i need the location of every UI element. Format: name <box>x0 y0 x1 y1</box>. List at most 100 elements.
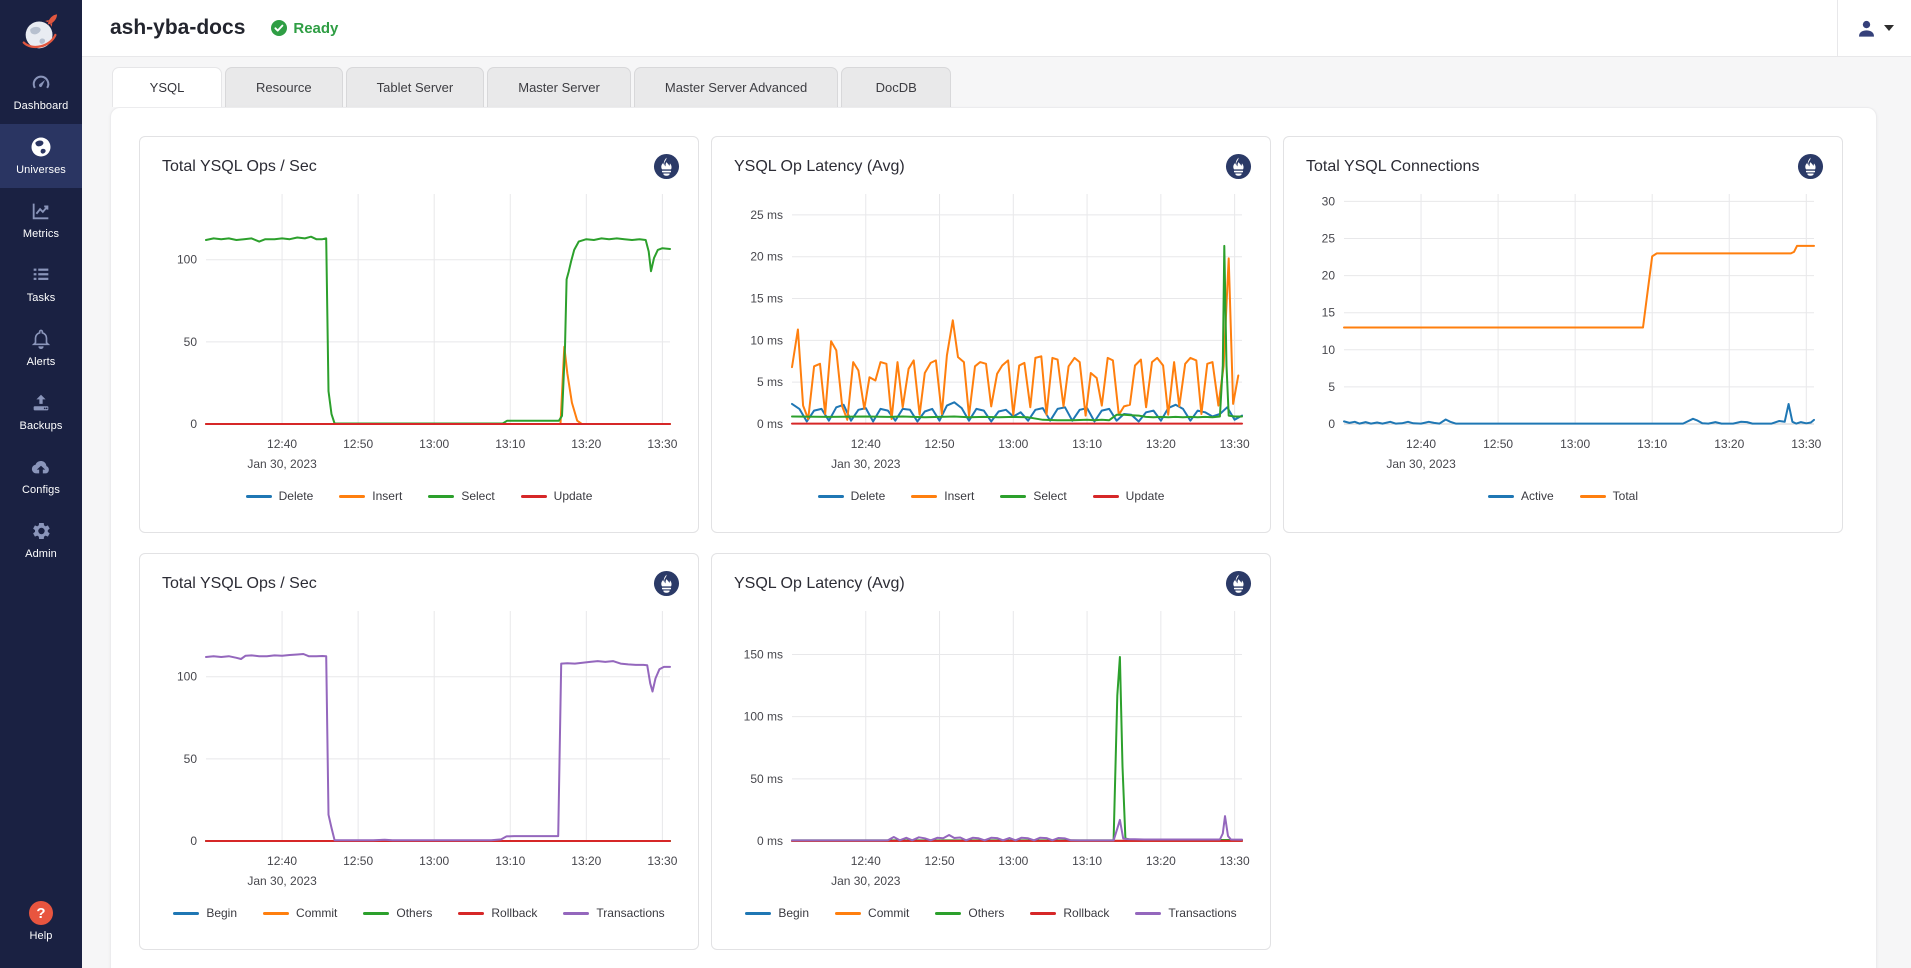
legend-item[interactable]: Transactions <box>563 906 664 920</box>
legend-item[interactable]: Rollback <box>458 906 537 920</box>
svg-text:20: 20 <box>1322 269 1336 283</box>
legend-swatch <box>563 912 589 915</box>
legend-item[interactable]: Others <box>935 906 1004 920</box>
legend-item[interactable]: Rollback <box>1030 906 1109 920</box>
legend-swatch <box>911 495 937 498</box>
prometheus-icon[interactable] <box>1797 153 1824 180</box>
sidebar-item-universes[interactable]: Universes <box>0 124 82 188</box>
chart-legend: Begin Commit Others Rollback Transactions <box>712 906 1270 920</box>
sidebar-item-label: Configs <box>22 484 60 496</box>
svg-text:150 ms: 150 ms <box>744 648 783 662</box>
legend-item[interactable]: Begin <box>173 906 237 920</box>
legend-swatch <box>818 495 844 498</box>
legend-item[interactable]: Commit <box>835 906 909 920</box>
legend-item[interactable]: Delete <box>818 489 886 503</box>
svg-text:13:00: 13:00 <box>1560 437 1590 451</box>
legend-item[interactable]: Transactions <box>1135 906 1236 920</box>
legend-swatch <box>339 495 365 498</box>
legend-item[interactable]: Active <box>1488 489 1554 503</box>
prometheus-icon[interactable] <box>653 153 680 180</box>
chart-plot: 0 ms50 ms100 ms150 ms12:4012:5013:0013:1… <box>712 599 1270 904</box>
chart-legend: Begin Commit Others Rollback Transactions <box>140 906 698 920</box>
legend-item[interactable]: Select <box>428 489 494 503</box>
legend-item[interactable]: Update <box>1093 489 1165 503</box>
svg-text:13:30: 13:30 <box>1220 854 1250 868</box>
svg-text:50 ms: 50 ms <box>750 772 783 786</box>
content-area: YSQL Resource Tablet Server Master Serve… <box>82 57 1911 968</box>
svg-text:Jan 30, 2023: Jan 30, 2023 <box>247 457 317 471</box>
cloud-upload-icon <box>29 455 53 479</box>
legend-item[interactable]: Delete <box>246 489 314 503</box>
tab-ysql[interactable]: YSQL <box>112 67 222 107</box>
globe-icon <box>29 135 53 159</box>
svg-text:12:50: 12:50 <box>343 854 373 868</box>
svg-text:100: 100 <box>177 670 197 684</box>
sidebar-item-tasks[interactable]: Tasks <box>0 252 82 316</box>
svg-text:13:30: 13:30 <box>647 437 677 451</box>
sidebar-item-metrics[interactable]: Metrics <box>0 188 82 252</box>
legend-swatch <box>935 912 961 915</box>
svg-text:25: 25 <box>1322 232 1336 246</box>
chart-legend: Delete Insert Select Update <box>140 489 698 503</box>
svg-text:12:40: 12:40 <box>267 854 297 868</box>
svg-text:15: 15 <box>1322 306 1336 320</box>
tab-docdb[interactable]: DocDB <box>841 67 951 107</box>
tab-resource[interactable]: Resource <box>225 67 343 107</box>
legend-item[interactable]: Commit <box>263 906 337 920</box>
svg-text:Jan 30, 2023: Jan 30, 2023 <box>1386 457 1456 471</box>
legend-swatch <box>1000 495 1026 498</box>
svg-text:100: 100 <box>177 253 197 267</box>
user-menu[interactable] <box>1837 0 1911 56</box>
svg-text:Jan 30, 2023: Jan 30, 2023 <box>831 874 901 888</box>
tab-master-server[interactable]: Master Server <box>487 67 631 107</box>
legend-swatch <box>458 912 484 915</box>
sidebar-item-help[interactable]: ? Help <box>0 890 82 954</box>
prometheus-icon[interactable] <box>1225 153 1252 180</box>
svg-text:Jan 30, 2023: Jan 30, 2023 <box>831 457 901 471</box>
legend-item[interactable]: Select <box>1000 489 1066 503</box>
legend-item[interactable]: Insert <box>339 489 402 503</box>
legend-swatch <box>1093 495 1119 498</box>
sidebar-item-label: Backups <box>20 420 63 432</box>
sidebar-item-backups[interactable]: Backups <box>0 380 82 444</box>
person-icon <box>1856 18 1877 39</box>
sidebar-item-label: Alerts <box>27 356 56 368</box>
legend-swatch <box>263 912 289 915</box>
legend-item[interactable]: Insert <box>911 489 974 503</box>
legend-swatch <box>173 912 199 915</box>
chart-title: Total YSQL Ops / Sec <box>162 575 317 593</box>
sidebar-item-label: Tasks <box>27 292 56 304</box>
svg-text:12:50: 12:50 <box>925 854 955 868</box>
gauge-icon <box>29 71 53 95</box>
svg-text:20 ms: 20 ms <box>750 250 783 264</box>
legend-item[interactable]: Total <box>1580 489 1638 503</box>
sidebar-item-dashboard[interactable]: Dashboard <box>0 60 82 124</box>
legend-item[interactable]: Update <box>521 489 593 503</box>
sidebar: Dashboard Universes Metrics Tasks Alerts… <box>0 0 82 968</box>
svg-text:12:50: 12:50 <box>925 437 955 451</box>
legend-item[interactable]: Begin <box>745 906 809 920</box>
svg-text:100 ms: 100 ms <box>744 710 783 724</box>
prometheus-icon[interactable] <box>1225 570 1252 597</box>
svg-text:25 ms: 25 ms <box>750 208 783 222</box>
tab-master-server-advanced[interactable]: Master Server Advanced <box>634 67 838 107</box>
chart-card-ysql-op-latency-txn: YSQL Op Latency (Avg) 0 ms50 ms100 ms150… <box>711 553 1271 950</box>
legend-item[interactable]: Others <box>363 906 432 920</box>
svg-text:13:10: 13:10 <box>1637 437 1667 451</box>
chart-card-total-ysql-ops: Total YSQL Ops / Sec 05010012:4012:5013:… <box>139 136 699 533</box>
sidebar-item-configs[interactable]: Configs <box>0 444 82 508</box>
chart-title: Total YSQL Connections <box>1306 158 1479 176</box>
legend-swatch <box>745 912 771 915</box>
upload-tray-icon <box>29 391 53 415</box>
sidebar-item-alerts[interactable]: Alerts <box>0 316 82 380</box>
tab-tablet-server[interactable]: Tablet Server <box>346 67 485 107</box>
legend-swatch <box>1135 912 1161 915</box>
svg-text:12:50: 12:50 <box>1483 437 1513 451</box>
chart-legend: Delete Insert Select Update <box>712 489 1270 503</box>
sidebar-item-admin[interactable]: Admin <box>0 508 82 572</box>
chart-title: Total YSQL Ops / Sec <box>162 158 317 176</box>
app-logo[interactable] <box>0 0 82 60</box>
prometheus-icon[interactable] <box>653 570 680 597</box>
question-circle-icon: ? <box>29 901 53 925</box>
chart-title: YSQL Op Latency (Avg) <box>734 158 905 176</box>
